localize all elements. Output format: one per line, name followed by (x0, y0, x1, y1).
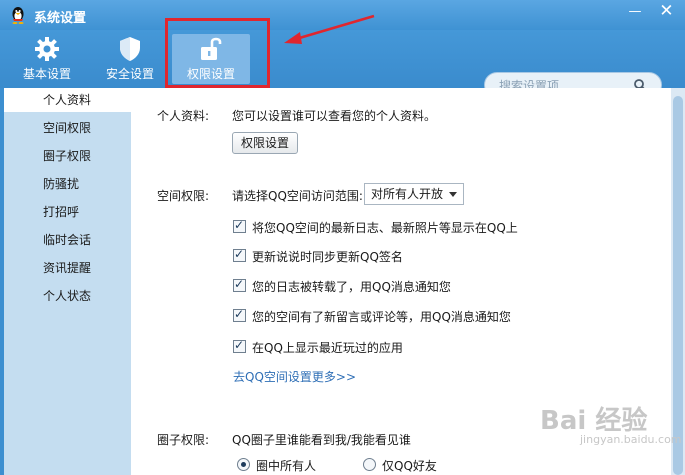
radio-all-in-circle-label: 圈中所有人 (256, 459, 317, 473)
tab-security-settings[interactable]: 安全设置 (97, 34, 163, 84)
radio-all-in-circle[interactable] (237, 458, 250, 471)
tab-basic-settings-label: 基本设置 (22, 67, 71, 81)
space-range-label: 请选择QQ空间访问范围: (232, 189, 363, 203)
space-option-checkbox-3[interactable] (233, 277, 246, 292)
radio-qq-friends-only-label: 仅QQ好友 (382, 459, 437, 473)
space-option-label-1: 将您QQ空间的最新日志、最新照片等显示在QQ上 (252, 221, 518, 235)
close-button[interactable]: ✕ (653, 2, 679, 22)
circle-permission-label: 圈子权限: (157, 433, 210, 447)
watermark-main: Bai 经验 (540, 406, 648, 436)
baidu-watermark: Bai 经验 jingyan.baidu.com (540, 400, 682, 446)
space-option-checkbox-5[interactable] (233, 338, 246, 353)
qzone-more-settings-link[interactable]: 去QQ空间设置更多>> (233, 368, 356, 385)
space-option-checkbox-2[interactable] (233, 247, 246, 262)
sidebar-item-greeting[interactable]: 打招呼 (4, 200, 131, 224)
space-option-label-2: 更新说说时同步更新QQ签名 (252, 250, 403, 264)
personal-info-label: 个人资料: (157, 109, 210, 123)
space-option-label-3: 您的日志被转载了，用QQ消息通知您 (252, 280, 451, 294)
minimize-button[interactable]: — (622, 2, 648, 22)
chevron-down-icon (449, 192, 457, 197)
sidebar-item-circle-permission[interactable]: 圈子权限 (4, 144, 131, 168)
space-option-label-4: 您的空间有了新留言或评论等，用QQ消息通知您 (252, 310, 511, 324)
red-arrow-annotation (284, 14, 375, 44)
sidebar: 个人资料 空间权限 圈子权限 防骚扰 打招呼 临时会话 资讯提醒 个人状态 (4, 88, 131, 475)
qq-penguin-icon (12, 7, 24, 24)
sidebar-item-space-permission[interactable]: 空间权限 (4, 116, 131, 140)
tab-basic-settings[interactable]: 基本设置 (14, 34, 80, 84)
space-range-select[interactable]: 对所有人开放 (364, 183, 464, 205)
watermark-sub: jingyan.baidu.com (580, 433, 682, 446)
settings-window: 系统设置 — ✕ 基本设置 安全设置 权限设置 搜索设置项 个人资料 空间权限 … (0, 0, 685, 475)
space-range-value: 对所有人开放 (371, 187, 444, 201)
sidebar-item-personal-info[interactable]: 个人资料 (4, 88, 131, 112)
tab-security-settings-label: 安全设置 (105, 67, 154, 81)
close-icon: ✕ (658, 1, 674, 22)
personal-info-desc: 您可以设置谁可以查看您的个人资料。 (232, 109, 437, 123)
radio-qq-friends-only[interactable] (363, 458, 376, 471)
gear-icon (35, 37, 59, 61)
circle-permission-desc: QQ圈子里谁能看到我/我能看见谁 (232, 433, 411, 447)
highlight-box (165, 18, 270, 88)
sidebar-item-temp-session[interactable]: 临时会话 (4, 228, 131, 252)
permission-settings-button[interactable]: 权限设置 (232, 132, 299, 154)
space-option-checkbox-1[interactable] (233, 218, 246, 233)
space-option-checkbox-4[interactable] (233, 307, 246, 322)
space-permission-label: 空间权限: (157, 189, 210, 203)
sidebar-item-anti-harassment[interactable]: 防骚扰 (4, 172, 131, 196)
sidebar-item-news-reminder[interactable]: 资讯提醒 (4, 256, 131, 280)
window-title: 系统设置 (34, 11, 87, 26)
shield-icon (120, 37, 140, 61)
space-option-label-5: 在QQ上显示最近玩过的应用 (252, 341, 403, 355)
sidebar-item-personal-status[interactable]: 个人状态 (4, 284, 131, 308)
